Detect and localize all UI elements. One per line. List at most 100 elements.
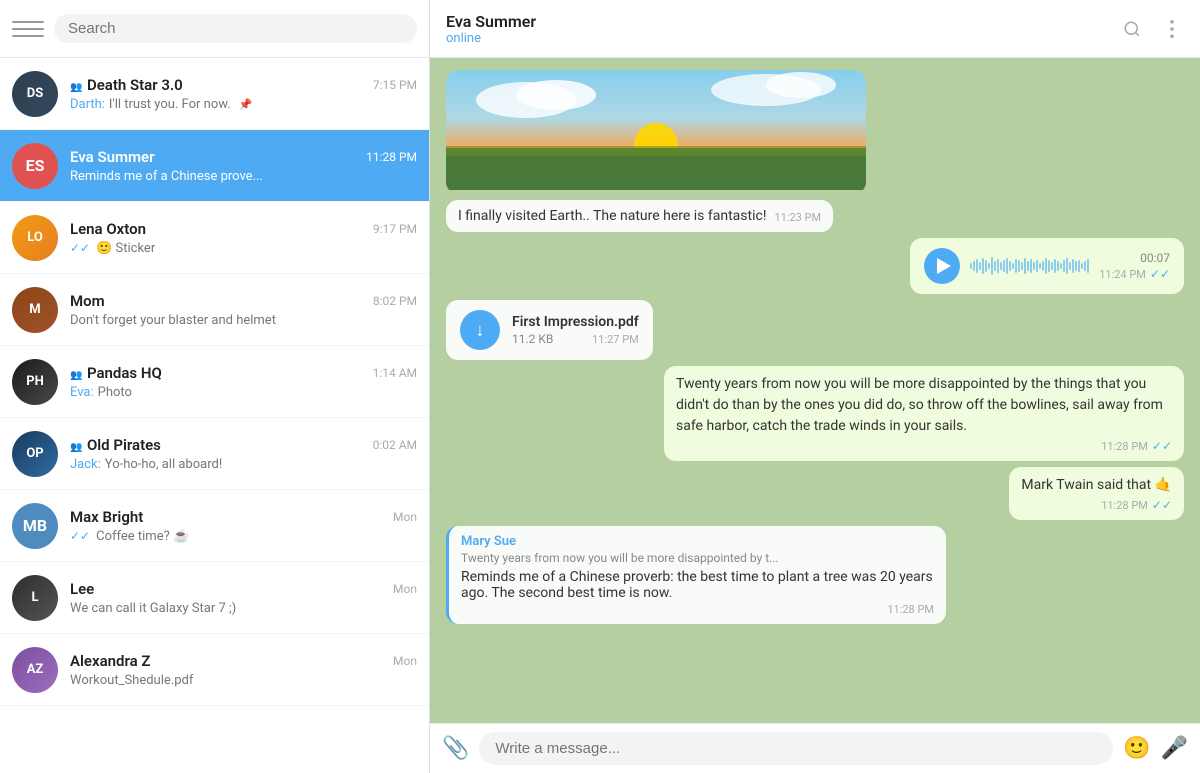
- chat-time-old-pirates: 0:02 AM: [373, 438, 417, 452]
- waveform-bar: [1039, 263, 1041, 269]
- chat-item-max-bright[interactable]: MBMax BrightMon✓✓ Coffee time? ☕: [0, 490, 429, 562]
- chat-preview-eva-summer: Reminds me of a Chinese prove...: [70, 169, 417, 184]
- download-icon: ↓: [476, 320, 485, 341]
- chat-preview-mom: Don't forget your blaster and helmet: [70, 313, 417, 328]
- quote-footer: 11:28 PM: [461, 603, 934, 616]
- chat-name-pandas-hq: 👥 Pandas HQ: [70, 364, 162, 382]
- waveform-bar: [970, 263, 972, 269]
- caption-message: I finally visited Earth.. The nature her…: [446, 200, 833, 232]
- voice-time: 11:24 PM: [1099, 268, 1146, 281]
- search-input[interactable]: [68, 20, 403, 37]
- chat-header-name: Eva Summer: [446, 12, 1120, 31]
- mic-icon[interactable]: 🎤: [1161, 736, 1188, 761]
- download-button[interactable]: ↓: [460, 310, 500, 350]
- chat-item-old-pirates[interactable]: OP👥 Old Pirates0:02 AMJack: Yo-ho-ho, al…: [0, 418, 429, 490]
- chat-item-lena-oxton[interactable]: LOLena Oxton9:17 PM✓✓ 🙂 Sticker: [0, 202, 429, 274]
- msg-check-2: ✓✓: [1152, 498, 1172, 512]
- messages-area: I finally visited Earth.. The nature her…: [430, 58, 1200, 723]
- voice-duration: 00:07: [1140, 251, 1170, 265]
- quote-time: 11:28 PM: [887, 603, 934, 616]
- search-box[interactable]: [54, 14, 417, 43]
- caption-text: I finally visited Earth.. The nature her…: [458, 208, 766, 224]
- chat-info-pandas-hq: 👥 Pandas HQ 1:14 AM Eva: Photo: [70, 364, 417, 400]
- chat-name-row-max-bright: Max BrightMon: [70, 508, 417, 526]
- waveform-bar: [1057, 261, 1059, 271]
- chat-preview-max-bright: ✓✓ Coffee time? ☕: [70, 529, 417, 544]
- chat-time-alexandra-z: Mon: [393, 654, 417, 668]
- chat-info-max-bright: Max BrightMon ✓✓ Coffee time? ☕: [70, 508, 417, 544]
- chat-item-alexandra-z[interactable]: AZ Alexandra Z Mon Workout_Shedule.pdf: [0, 634, 429, 706]
- chat-info-mom: Mom 8:02 PM Don't forget your blaster and …: [70, 292, 417, 328]
- attach-icon[interactable]: 📎: [442, 736, 469, 761]
- chat-item-lee[interactable]: LLeeMonWe can call it Galaxy Star 7 ;): [0, 562, 429, 634]
- chat-sender-old-pirates: Jack:: [70, 457, 101, 472]
- play-button[interactable]: [924, 248, 960, 284]
- search-chat-icon[interactable]: [1120, 17, 1144, 41]
- chat-item-pandas-hq[interactable]: PH👥 Pandas HQ1:14 AMEva: Photo: [0, 346, 429, 418]
- chat-preview-pandas-hq: Eva: Photo: [70, 385, 417, 400]
- chat-name-row-eva-summer: Eva Summer11:28 PM: [70, 148, 417, 166]
- chat-info-eva-summer: Eva Summer11:28 PM Reminds me of a Chines…: [70, 148, 417, 184]
- chat-item-death-star[interactable]: DS👥 Death Star 3.07:15 PMDarth: I'll tru…: [0, 58, 429, 130]
- chat-time-mom: 8:02 PM: [373, 294, 417, 308]
- message-text-2: Mark Twain said that 🤙: [1021, 475, 1172, 496]
- chat-preview-lee: We can call it Galaxy Star 7 ;): [70, 601, 417, 616]
- play-icon: [937, 258, 951, 274]
- waveform-bar: [1027, 261, 1029, 271]
- file-size: 11.2 KB: [512, 332, 553, 346]
- chat-name-row-mom: Mom 8:02 PM: [70, 292, 417, 310]
- menu-icon[interactable]: [12, 13, 44, 45]
- waveform-bar: [1024, 258, 1026, 274]
- waveform-bar: [997, 259, 999, 273]
- chat-item-mom[interactable]: MMom8:02 PMDon't forget your blaster and…: [0, 274, 429, 346]
- caption-time: 11:23 PM: [774, 211, 821, 224]
- chat-time-death-star: 7:15 PM: [373, 78, 417, 92]
- waveform-bar: [979, 262, 981, 270]
- file-name: First Impression.pdf: [512, 314, 639, 330]
- waveform-bar: [1063, 260, 1065, 272]
- chat-item-eva-summer[interactable]: ES Eva Summer11:28 PM Reminds me of a Chin…: [0, 130, 429, 202]
- chat-name-eva-summer: Eva Summer: [70, 148, 155, 166]
- waveform-bar: [985, 260, 987, 272]
- read-check-max-bright: ✓✓: [70, 529, 90, 543]
- group-icon-pandas-hq: 👥: [70, 370, 85, 381]
- waveform-bar: [973, 261, 975, 271]
- waveform-bar: [1021, 262, 1023, 270]
- quote-text: Twenty years from now you will be more d…: [461, 551, 934, 565]
- chat-header-info: Eva Summer online: [446, 12, 1120, 46]
- message-footer-1: 11:28 PM ✓✓: [676, 439, 1172, 453]
- waveform-bar: [1048, 260, 1050, 272]
- more-options-icon[interactable]: [1160, 17, 1184, 41]
- waveform-bar: [1045, 258, 1047, 274]
- waveform-bar: [988, 263, 990, 269]
- chat-header: Eva Summer online: [430, 0, 1200, 58]
- avatar-alexandra-z: AZ: [12, 647, 58, 693]
- message-input[interactable]: [479, 732, 1113, 765]
- waveform-bar: [1066, 258, 1068, 274]
- chat-name-alexandra-z: Alexandra Z: [70, 652, 150, 670]
- waveform-bar: [982, 258, 984, 274]
- avatar-death-star: DS: [12, 71, 58, 117]
- chat-time-pandas-hq: 1:14 AM: [373, 366, 417, 380]
- message-footer-2: 11:28 PM ✓✓: [1021, 498, 1172, 512]
- chat-sender-pandas-hq: Eva:: [70, 385, 94, 400]
- message-text-1: Twenty years from now you will be more d…: [676, 374, 1172, 437]
- chat-info-old-pirates: 👥 Old Pirates0:02 AMJack: Yo-ho-ho, all …: [70, 436, 417, 472]
- outgoing-message-2: Mark Twain said that 🤙 11:28 PM ✓✓: [1009, 467, 1184, 520]
- chat-sender-death-star: Darth:: [70, 97, 105, 112]
- msg-time-2: 11:28 PM: [1101, 499, 1148, 512]
- chat-info-death-star: 👥 Death Star 3.07:15 PMDarth: I'll trust…: [70, 76, 417, 112]
- chat-time-lee: Mon: [393, 582, 417, 596]
- chat-name-mom: Mom: [70, 292, 105, 310]
- chat-name-row-lena-oxton: Lena Oxton9:17 PM: [70, 220, 417, 238]
- chat-name-lena-oxton: Lena Oxton: [70, 220, 146, 238]
- quote-main-text: Reminds me of a Chinese proverb: the bes…: [461, 569, 934, 601]
- chat-preview-alexandra-z: Workout_Shedule.pdf: [70, 673, 417, 688]
- chat-preview-death-star: Darth: I'll trust you. For now. 📌: [70, 97, 417, 112]
- avatar-eva-summer: ES: [12, 143, 58, 189]
- chat-name-old-pirates: 👥 Old Pirates: [70, 436, 161, 454]
- quote-author: Mary Sue: [461, 534, 934, 549]
- file-time: 11:27 PM: [592, 333, 639, 346]
- emoji-icon[interactable]: 🙂: [1123, 736, 1150, 761]
- chat-preview-lena-oxton: ✓✓ 🙂 Sticker: [70, 241, 417, 256]
